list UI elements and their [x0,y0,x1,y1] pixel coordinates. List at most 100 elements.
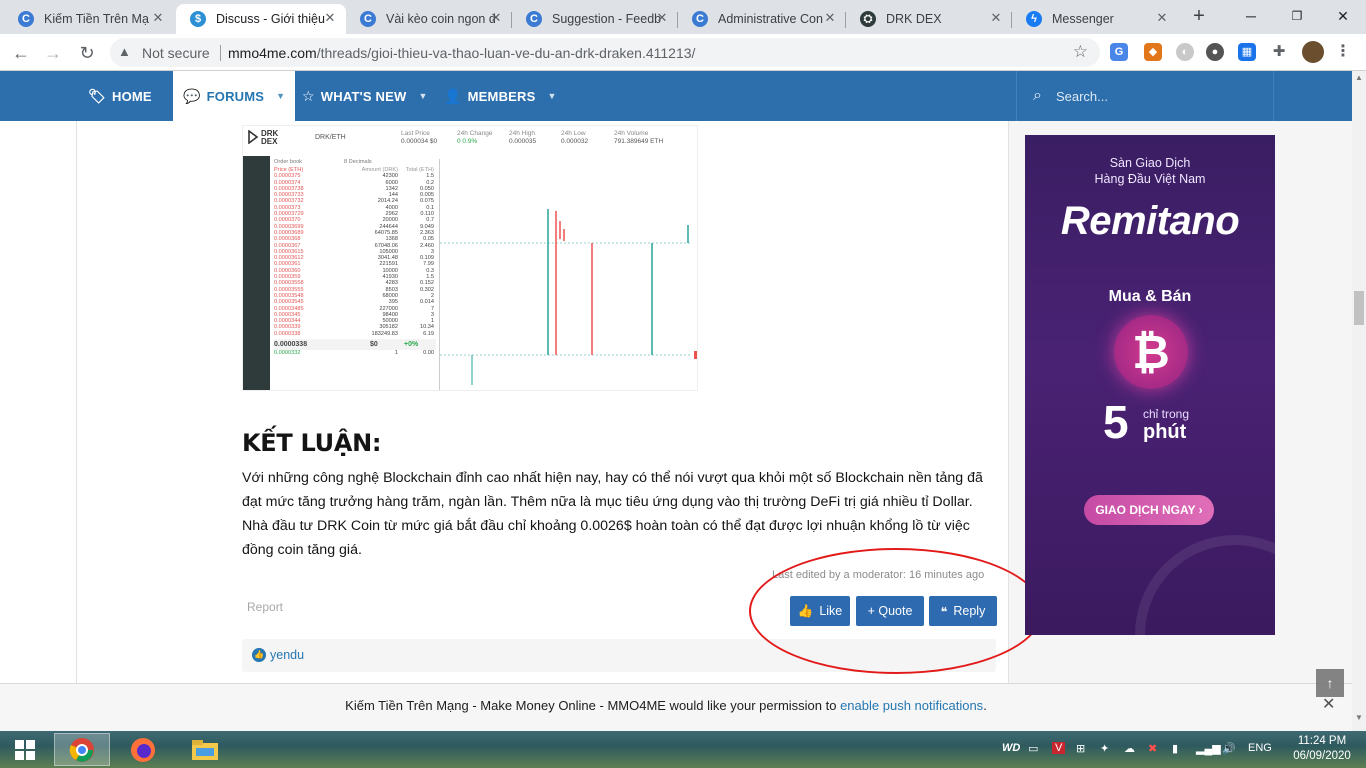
nav-members[interactable]: 👤 MEMBERS ▼ [444,71,557,121]
bitcoin-icon: ₿ [1114,315,1188,389]
extension-icon[interactable]: ◐ [1176,43,1194,61]
record-extension-icon[interactable]: ● [1206,43,1224,61]
input-language[interactable]: ENG [1248,742,1272,754]
calendar-extension-icon[interactable]: ▦ [1238,43,1256,61]
profile-avatar[interactable] [1302,41,1324,63]
ad-cta-button[interactable]: GIAO DỊCH NGAY › [1084,495,1214,525]
forum-navbar: 🏷 HOME 💬 FORUMS ▼ ☆ WHAT'S NEW ▼ 👤 MEMBE… [0,71,1352,121]
dex-screenshot-image: DRK DEX DRK/ETH Last Price 0.000034 $0 24… [242,125,698,391]
tab-drk-dex[interactable]: ⛭ DRK DEX ✕ [846,4,1012,34]
forward-arrow-icon[interactable]: → [40,40,66,66]
close-tab-icon[interactable]: ✕ [988,10,1004,26]
scroll-up-arrow-icon[interactable]: ▲ [1352,71,1366,85]
orderbook-row: 0.0000338 183249.83 6.19 [274,331,436,337]
reload-icon[interactable]: ↻ [74,40,100,66]
orderbook-cell: 183249.83 [371,330,398,337]
close-tab-icon[interactable]: ✕ [1154,10,1170,26]
windows-start-icon[interactable] [2,733,48,766]
chevron-down-icon[interactable]: ▼ [548,91,557,101]
orderbook-cell: 0.0000338 [274,330,301,337]
puzzle-extensions-icon[interactable]: ✚ [1270,43,1288,61]
mmo4me-icon: C [692,11,708,27]
bookmark-star-icon[interactable]: ☆ [1073,42,1088,62]
remitano-ad-banner[interactable]: Sàn Giao Dịch Hàng Đầu Việt Nam Remitano… [1025,135,1275,635]
tab-messenger[interactable]: ϟ Messenger ✕ [1012,4,1178,34]
new-tab-button[interactable]: + [1188,6,1210,28]
url-text[interactable]: mmo4me.com/threads/gioi-thieu-va-thao-lu… [228,45,695,61]
dex-stat: 24h Low 0.000032 [561,130,588,146]
chevron-down-icon[interactable]: ▼ [419,91,428,101]
back-arrow-icon[interactable]: ← [8,40,34,66]
ad-tagline: Sàn Giao Dịch Hàng Đầu Việt Nam [1094,156,1206,186]
network-icon[interactable]: ▂▄▆ [1196,742,1221,755]
dex-sidebar [243,156,270,390]
close-notification-icon[interactable]: ✕ [1322,694,1335,714]
reaction-user-link[interactable]: yendu [270,648,304,662]
quote-button[interactable]: + Quote [856,596,924,626]
close-tab-icon[interactable]: ✕ [488,10,504,26]
tray-icon[interactable]: ▭ [1028,742,1038,755]
page-scrollbar[interactable]: ▲ ▼ [1352,71,1366,731]
close-tab-icon[interactable]: ✕ [654,10,670,26]
tab-vai-keo[interactable]: C Vài kèo coin ngon d ✕ [346,4,512,34]
nav-whats-new[interactable]: ☆ WHAT'S NEW ▼ [302,71,428,121]
scroll-down-arrow-icon[interactable]: ▼ [1352,711,1366,725]
last-change: +0% [404,341,419,349]
browser-toolbar: ← → ↻ ▲ Not secure mmo4me.com/threads/gi… [0,34,1366,71]
browser-tab-strip: C Kiếm Tiền Trên Mạ ✕ $ Discuss - Giới t… [0,0,1366,34]
minimize-button[interactable]: ─ [1228,0,1274,34]
tab-administrative[interactable]: C Administrative Con ✕ [678,4,846,34]
wd-tray-icon[interactable]: WD [1002,742,1020,754]
orderbook-last-price: 0.0000338 $0 +0% [274,339,436,351]
antivirus-tray-icon[interactable]: V [1052,742,1066,754]
tray-icon[interactable]: ✖ [1148,742,1157,755]
nav-home[interactable]: 🏷 HOME [88,71,152,121]
tray-icon[interactable]: ⊞ [1076,742,1085,755]
article-paragraph: Với những công nghệ Blockchain đỉnh cao … [242,470,983,558]
nav-forums[interactable]: 💬 FORUMS ▼ [173,71,296,121]
warning-triangle-icon[interactable]: ▲ [118,44,131,59]
section-heading: KẾT LUẬN: [242,429,382,457]
system-clock[interactable]: 11:24 PM 06/09/2020 [1292,734,1352,764]
tab-suggestion[interactable]: C Suggestion - Feedb ✕ [512,4,678,34]
close-tab-icon[interactable]: ✕ [822,10,838,26]
stat-label: 24h Volume [614,130,649,137]
tab-title: Administrative Con [718,12,823,26]
tab-discuss[interactable]: $ Discuss - Giới thiệu ✕ [176,4,346,34]
close-tab-icon[interactable]: ✕ [322,10,338,26]
browser-menu-icon[interactable]: ⋮ [1334,43,1352,61]
stat-label: 24h Change [457,130,493,137]
tab-kiem-tien[interactable]: C Kiếm Tiền Trên Mạ ✕ [4,4,174,34]
battery-tray-icon[interactable]: ▮ [1172,742,1178,755]
address-bar[interactable]: ▲ Not secure mmo4me.com/threads/gioi-thi… [110,38,1100,67]
file-explorer-taskbar-icon[interactable] [182,733,228,766]
metamask-extension-icon[interactable]: ◆ [1144,43,1162,61]
chrome-taskbar-icon[interactable] [54,733,110,766]
ad-small-text: chỉ trong [1143,407,1190,421]
scrollbar-thumb[interactable] [1354,291,1364,325]
restore-button[interactable]: ❐ [1274,0,1320,34]
translate-extension-icon[interactable]: G [1110,43,1128,61]
security-status[interactable]: Not secure [142,45,210,61]
scroll-to-top-button[interactable]: ↑ [1316,669,1344,697]
cloud-tray-icon[interactable]: ☁ [1124,742,1135,755]
firefox-taskbar-icon[interactable] [120,733,166,766]
report-link[interactable]: Report [247,600,283,614]
ad-brand: Remitano [1060,199,1240,243]
dropbox-tray-icon[interactable]: ✦ [1100,742,1109,755]
last-edited-note: Last edited by a moderator: 16 minutes a… [772,569,985,581]
reply-button[interactable]: ❝ Reply [929,596,997,626]
enable-notifications-link[interactable]: enable push notifications [840,698,983,713]
bid-amount: 1 [394,350,398,357]
orderbook-cell: 6.19 [423,330,434,337]
left-gutter [0,121,76,683]
divider [220,45,221,61]
like-button[interactable]: 👍 Like [790,596,850,626]
nav-search[interactable]: ⌕ Search... [1016,71,1274,121]
last-price: 0.0000338 [274,341,308,349]
chrome-icon [69,737,94,762]
chevron-down-icon[interactable]: ▼ [276,91,285,101]
close-window-button[interactable]: ✕ [1320,0,1366,34]
close-tab-icon[interactable]: ✕ [150,10,166,26]
volume-icon[interactable]: 🔊 [1222,742,1236,755]
